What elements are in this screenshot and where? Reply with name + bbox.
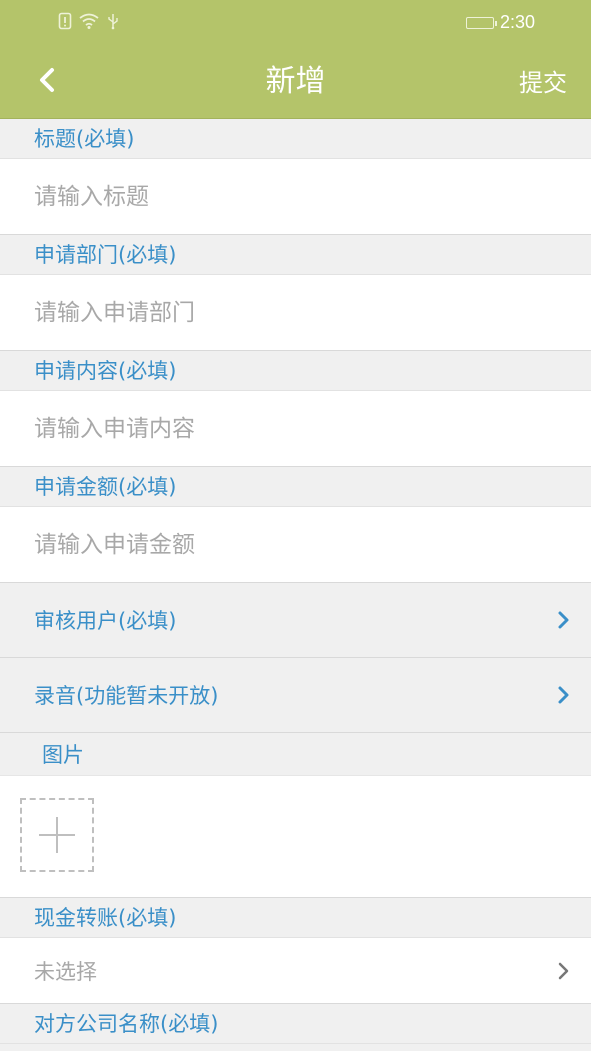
amount-label: 申请金额(必填) xyxy=(0,467,591,507)
battery-icon xyxy=(465,16,497,29)
chevron-right-icon xyxy=(551,958,577,984)
title-input[interactable] xyxy=(34,183,554,210)
image-area xyxy=(0,775,591,898)
status-bar: 2:30 xyxy=(0,0,591,45)
plus-icon xyxy=(39,817,75,853)
reviewer-label: 审核用户(必填) xyxy=(34,609,177,633)
add-image-button[interactable] xyxy=(20,798,94,872)
page-title: 新增 xyxy=(265,64,326,99)
cash-transfer-label: 现金转账(必填) xyxy=(0,898,591,938)
department-input[interactable] xyxy=(34,299,554,326)
recording-selector[interactable]: 录音(功能暂未开放) xyxy=(0,658,591,733)
department-label: 申请部门(必填) xyxy=(0,235,591,275)
submit-button[interactable]: 提交 xyxy=(519,67,567,99)
content-row xyxy=(0,391,591,467)
chevron-right-icon xyxy=(551,682,577,708)
cash-transfer-selector[interactable]: 未选择 xyxy=(0,938,591,1004)
status-time: 2:30 xyxy=(499,12,535,32)
reviewer-selector[interactable]: 审核用户(必填) xyxy=(0,583,591,658)
status-icons-left xyxy=(58,12,120,34)
recording-label: 录音(功能暂未开放) xyxy=(34,684,219,708)
amount-row xyxy=(0,507,591,583)
content-label: 申请内容(必填) xyxy=(0,351,591,391)
counterparty-label: 对方公司名称(必填) xyxy=(0,1004,591,1044)
cash-transfer-value: 未选择 xyxy=(34,959,97,984)
title-row xyxy=(0,159,591,235)
nav-bar: 新增 提交 xyxy=(0,45,591,119)
chevron-right-icon xyxy=(551,607,577,633)
usb-icon xyxy=(106,12,120,34)
sim-alert-icon xyxy=(58,12,72,34)
department-row xyxy=(0,275,591,351)
content-input[interactable] xyxy=(34,415,554,442)
images-label: 图片 xyxy=(0,733,591,775)
title-label: 标题(必填) xyxy=(0,119,591,159)
app-screen: 2:30 新增 提交 标题(必填) 申请部门(必填) 申请内容(必填) 申请金额… xyxy=(0,0,591,1051)
amount-input[interactable] xyxy=(34,531,554,558)
wifi-icon xyxy=(78,12,100,34)
status-icons-right: 2:30 xyxy=(465,12,535,33)
